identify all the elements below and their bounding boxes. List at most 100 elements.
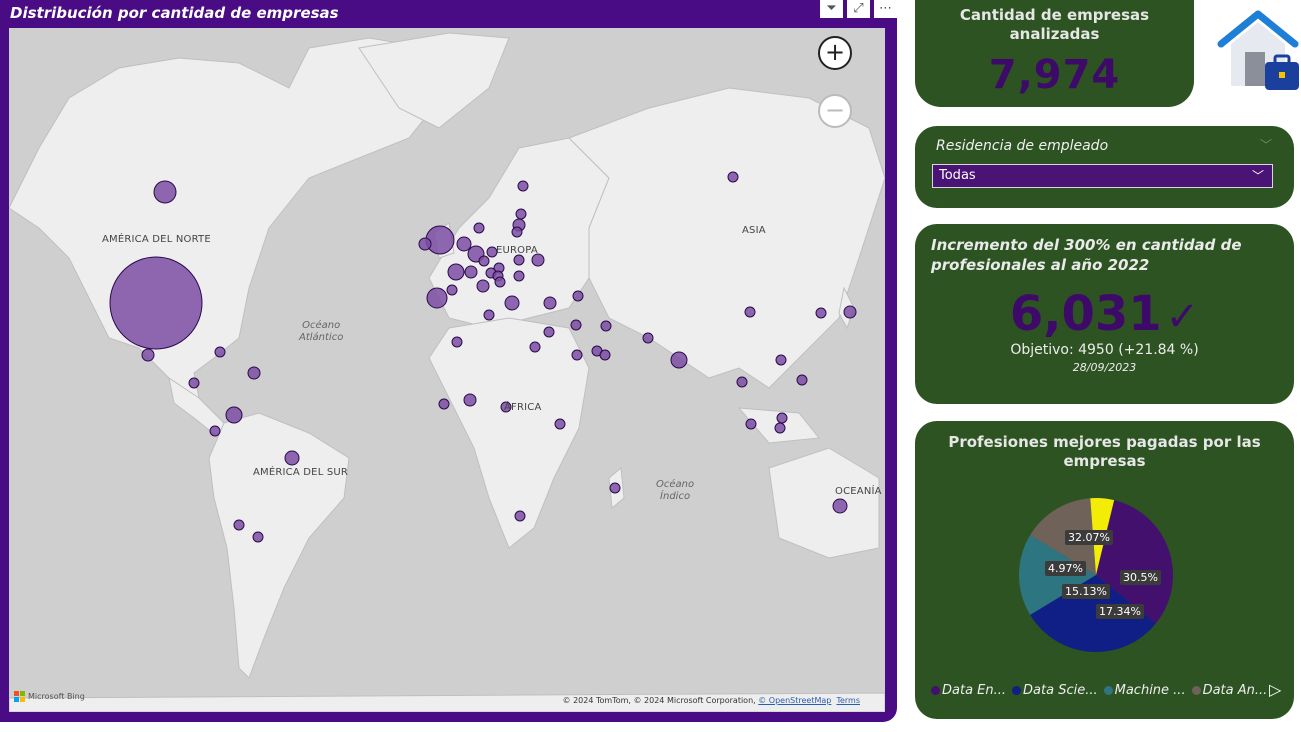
map-bubble[interactable] [464,265,478,279]
map-bubble[interactable] [670,351,688,369]
map-bubble[interactable] [511,226,523,238]
label-oceania: OCEANÍA [835,486,882,497]
map-bubble[interactable] [543,296,557,310]
copyright-text: © 2024 TomTom, © 2024 Microsoft Corporat… [562,696,756,705]
map-bubble[interactable] [425,225,455,255]
map-bubble[interactable] [209,425,221,437]
label-asia: ASIA [742,225,766,236]
map-bubble[interactable] [554,418,566,430]
map-bubble[interactable] [599,349,611,361]
map-bubble[interactable] [745,418,757,430]
map-bubble[interactable] [832,498,848,514]
legend-dot-icon [1191,686,1201,695]
microsoft-logo-icon [14,691,25,702]
map-bubble[interactable] [513,270,525,282]
landmass-africa [428,317,590,549]
map-bubble[interactable] [252,531,264,543]
zoom-in-button[interactable]: + [818,36,852,70]
landmass-asia [568,87,885,389]
kpi-companies-title: Cantidad de empresas analizadas [959,6,1150,43]
landmass-south-america [208,412,350,679]
map-bubble[interactable] [247,366,261,380]
legend-label: Machine ... [1114,683,1186,698]
map-bubble[interactable] [736,376,748,388]
map-bubble[interactable] [478,255,490,267]
map-bubble[interactable] [438,398,450,410]
map-bubble[interactable] [463,393,477,407]
map-bubble[interactable] [426,287,448,309]
map-bubble[interactable] [214,346,226,358]
checkmark-icon: ✓ [1165,294,1200,340]
map-bubble[interactable] [796,374,808,386]
map-bubble[interactable] [642,332,654,344]
zoom-out-button[interactable]: − [818,94,852,128]
kpi-companies-value: 7,974 [988,52,1121,98]
legend-label: Data An... [1202,683,1268,698]
pie-data-label: 17.34% [1096,604,1144,619]
map-bubble[interactable] [517,180,529,192]
world-map [9,32,885,712]
focus-mode-icon[interactable]: ⤢ [847,0,870,18]
map-bubble[interactable] [529,341,541,353]
map-bubble[interactable] [600,320,612,332]
map-bubble[interactable] [727,171,739,183]
collapse-chevron-icon[interactable]: ﹀ [1260,136,1272,153]
kpi-growth-date: 28/09/2023 [1072,361,1137,374]
map-bubble[interactable] [188,377,200,389]
map-bubble[interactable] [446,284,458,296]
map-bubble[interactable] [570,319,582,331]
map-visual[interactable]: Distribución por cantidad de empresas ⏷ … [0,0,897,722]
filter-icon[interactable]: ⏷ [820,0,843,18]
map-bubble[interactable] [494,276,506,288]
map-bubble[interactable] [504,295,520,311]
map-bubble[interactable] [447,263,465,281]
legend-item[interactable]: Machine ... [1103,683,1186,698]
map-bubble[interactable] [456,236,472,252]
pie-data-label: 32.07% [1065,530,1113,545]
kpi-growth-goal: Objetivo: 4950 (+21.84 %) [1010,342,1199,358]
map-bubble[interactable] [513,254,525,266]
home-office-icon [1217,10,1299,90]
map-bubble[interactable] [609,482,621,494]
residence-dropdown[interactable]: Todas ﹀ [932,164,1273,188]
map-bubble[interactable] [233,519,245,531]
chevron-down-icon: ﹀ [1251,169,1264,183]
pie-data-label: 15.13% [1062,584,1110,599]
legend-next-icon[interactable]: ▷ [1269,680,1281,699]
legend-item[interactable]: Data En... [931,683,1006,698]
map-bubble[interactable] [476,279,490,293]
map-bubble[interactable] [744,306,756,318]
map-bubble[interactable] [284,450,300,466]
map-bubble[interactable] [515,208,527,220]
map-bubble[interactable] [571,349,583,361]
legend-item[interactable]: Data Scie... [1012,683,1098,698]
label-europe: EUROPA [496,245,538,256]
map-bubble[interactable] [514,510,526,522]
legend-dot-icon [1103,686,1113,695]
dropdown-selected-value: Todas [939,168,976,183]
map-bubble[interactable] [109,256,203,350]
map-bubble[interactable] [543,326,555,338]
map-canvas[interactable]: AMÉRICA DEL NORTE EUROPA ASIA ÁFRICA AMÉ… [9,28,885,712]
terms-link[interactable]: Terms [836,696,860,705]
pie-chart-card: Profesiones mejores pagadas por las empr… [915,421,1294,719]
map-bubble[interactable] [418,237,432,251]
map-bubble[interactable] [843,305,857,319]
map-bubble[interactable] [225,406,243,424]
map-bubble[interactable] [141,348,155,362]
legend-item[interactable]: Data An... [1191,683,1268,698]
more-options-icon[interactable]: ⋯ [874,0,897,18]
map-bubble[interactable] [572,290,584,302]
map-bubble[interactable] [473,222,485,234]
map-bubble[interactable] [775,354,787,366]
map-bubble[interactable] [815,307,827,319]
map-bubble[interactable] [451,336,463,348]
osm-link[interactable]: © OpenStreetMap [758,696,831,705]
label-africa: ÁFRICA [504,402,542,413]
map-bubble[interactable] [153,180,177,204]
pie-chart[interactable] [915,421,1294,719]
landmass-australia [768,447,880,559]
map-bubble[interactable] [483,309,495,321]
map-bubble[interactable] [774,422,786,434]
map-bubble[interactable] [776,412,788,424]
